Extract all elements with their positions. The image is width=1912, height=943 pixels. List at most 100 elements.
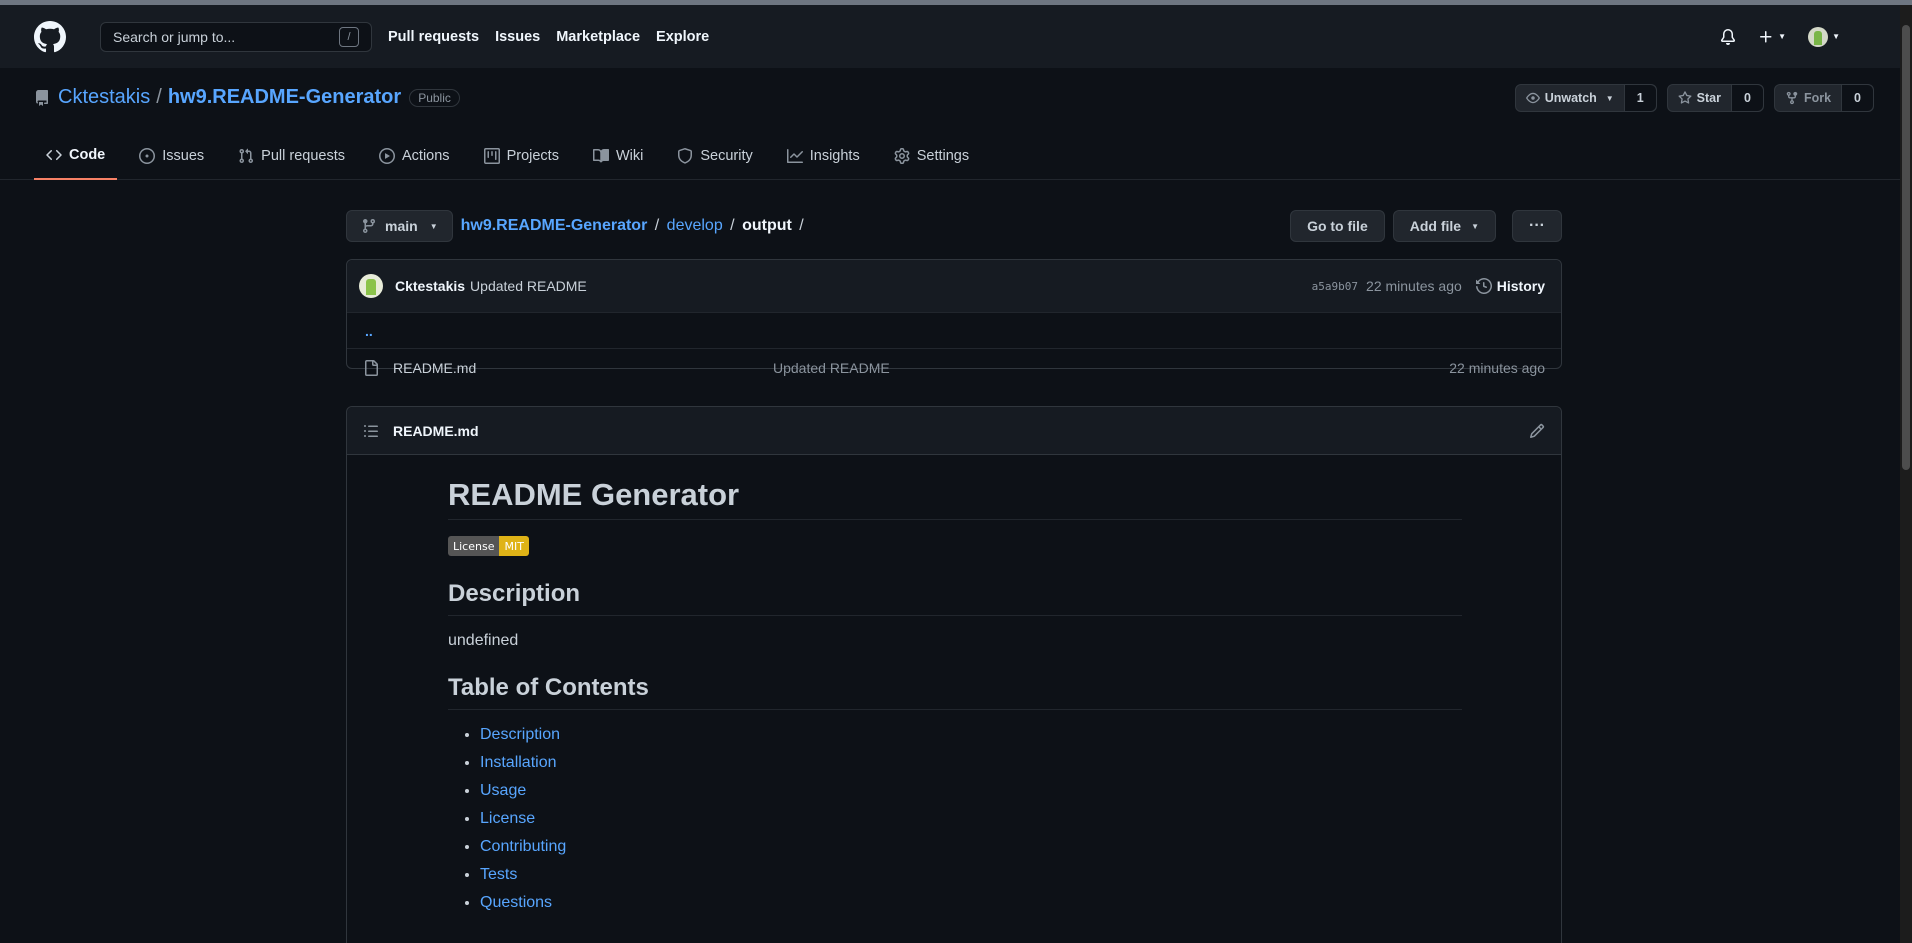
file-actions: Go to file Add file ▼ ···: [1290, 210, 1562, 242]
breadcrumb-separator: /: [730, 217, 735, 234]
tab-wiki[interactable]: Wiki: [581, 132, 655, 180]
breadcrumb: hw9.README-Generator / develop / output …: [461, 217, 807, 235]
list-item: License: [480, 810, 1462, 838]
license-badge[interactable]: License MIT: [448, 536, 529, 556]
repo-actions: Unwatch ▼ 1 Star 0 Fork 0: [1514, 84, 1874, 112]
readme-body: README Generator License MIT Description…: [448, 455, 1462, 922]
tab-actions[interactable]: Actions: [367, 132, 462, 180]
tab-label: Pull requests: [261, 148, 345, 164]
repo-name-link[interactable]: hw9.README-Generator: [168, 86, 401, 109]
file-list: Cktestakis Updated README a5a9b07 22 min…: [346, 259, 1562, 376]
tab-label: Settings: [916, 148, 970, 164]
chevron-down-icon: ▼: [1605, 93, 1614, 103]
toc-link-usage[interactable]: Usage: [480, 782, 526, 799]
graph-icon: [786, 149, 803, 163]
list-item: Tests: [480, 866, 1462, 894]
breadcrumb-repo-link[interactable]: hw9.README-Generator: [461, 217, 648, 234]
readme-filename: README.md: [393, 422, 479, 439]
readme-title: README Generator: [448, 477, 1462, 520]
github-logo-icon[interactable]: [34, 20, 66, 53]
visibility-badge: Public: [409, 88, 460, 107]
plus-icon[interactable]: ▼: [1758, 29, 1786, 45]
tab-label: Code: [69, 147, 106, 163]
watch-button-group: Unwatch ▼ 1: [1514, 84, 1657, 112]
commit-author-link[interactable]: Cktestakis: [395, 278, 465, 294]
repo-title: Cktestakis / hw9.README-Generator Public: [34, 86, 460, 109]
fork-icon: [1786, 91, 1798, 105]
header-actions: ▼ ▼: [1720, 26, 1840, 47]
tab-code[interactable]: Code: [34, 132, 118, 180]
table-row[interactable]: README.md Updated README 22 minutes ago: [347, 349, 1561, 387]
toc-link-installation[interactable]: Installation: [480, 754, 557, 771]
tab-label: Projects: [506, 148, 559, 164]
repo-header: Cktestakis / hw9.README-Generator Public…: [0, 68, 1900, 180]
commit-message-link[interactable]: Updated README: [470, 278, 587, 294]
tab-label: Insights: [809, 148, 860, 164]
tab-issues[interactable]: Issues: [127, 132, 216, 180]
tab-insights[interactable]: Insights: [775, 132, 872, 180]
search-input[interactable]: Search or jump to... /: [100, 21, 372, 52]
description-heading: Description: [448, 580, 1462, 616]
toc-link-license[interactable]: License: [480, 810, 535, 827]
breadcrumb-folder-link[interactable]: develop: [667, 217, 723, 234]
tab-projects[interactable]: Projects: [472, 132, 571, 180]
list-item: Questions: [480, 894, 1462, 922]
history-link[interactable]: History: [1475, 278, 1545, 294]
fork-button[interactable]: Fork: [1775, 85, 1841, 111]
toc-link-questions[interactable]: Questions: [480, 894, 552, 911]
list-item: Installation: [480, 754, 1462, 782]
scrollbar-thumb[interactable]: [1902, 25, 1910, 470]
nav-explore[interactable]: Explore: [656, 29, 709, 45]
breadcrumb-separator: /: [654, 217, 660, 234]
commit-sha-link[interactable]: a5a9b07: [1312, 280, 1358, 293]
file-icon: [365, 360, 378, 376]
history-icon: [1475, 278, 1492, 294]
star-button[interactable]: Star: [1668, 85, 1731, 111]
nav-marketplace[interactable]: Marketplace: [556, 29, 640, 45]
list-item: Description: [480, 726, 1462, 754]
bell-icon[interactable]: [1720, 28, 1736, 45]
tab-label: Wiki: [615, 148, 644, 164]
nav-pull-requests[interactable]: Pull requests: [388, 29, 479, 45]
tab-label: Actions: [402, 148, 450, 164]
toc-link-description[interactable]: Description: [480, 726, 560, 743]
parent-directory-row[interactable]: ..: [347, 313, 1561, 349]
avatar[interactable]: [359, 274, 383, 298]
unwatch-button[interactable]: Unwatch ▼: [1516, 85, 1624, 111]
gear-icon: [894, 148, 910, 164]
add-file-button[interactable]: Add file ▼: [1392, 210, 1496, 242]
file-navigation: main ▼ hw9.README-Generator / develop / …: [346, 210, 1562, 242]
more-options-button[interactable]: ···: [1512, 210, 1562, 242]
play-icon: [379, 148, 395, 164]
latest-commit: Cktestakis Updated README a5a9b07 22 min…: [347, 260, 1561, 313]
nav-issues[interactable]: Issues: [495, 29, 540, 45]
tab-security[interactable]: Security: [665, 132, 764, 180]
tab-pull-requests[interactable]: Pull requests: [226, 132, 357, 180]
fork-count[interactable]: 0: [1841, 85, 1873, 111]
list-item: Usage: [480, 782, 1462, 810]
shield-icon: [678, 148, 693, 164]
page-scrollbar[interactable]: [1900, 5, 1912, 943]
file-name-link[interactable]: README.md: [393, 360, 773, 376]
chevron-down-icon: ▼: [1832, 32, 1840, 41]
tab-label: Security: [700, 148, 753, 164]
watch-count[interactable]: 1: [1623, 85, 1656, 111]
toc-link-contributing[interactable]: Contributing: [480, 838, 566, 855]
parent-directory-link[interactable]: ..: [365, 323, 373, 339]
branch-select-button[interactable]: main ▼: [346, 210, 453, 242]
repo-owner-link[interactable]: Cktestakis: [58, 86, 150, 109]
file-commit-message-link[interactable]: Updated README: [773, 360, 890, 376]
tab-settings[interactable]: Settings: [882, 132, 981, 180]
search-placeholder: Search or jump to...: [113, 28, 236, 45]
user-menu[interactable]: ▼: [1808, 26, 1840, 47]
chevron-down-icon: ▼: [1778, 32, 1787, 41]
search-shortcut-key: /: [339, 26, 359, 47]
pencil-icon[interactable]: [1529, 423, 1545, 439]
go-to-file-button[interactable]: Go to file: [1290, 210, 1385, 242]
toc-link-tests[interactable]: Tests: [480, 866, 517, 883]
commit-meta: a5a9b07 22 minutes ago History: [1312, 278, 1545, 294]
star-count[interactable]: 0: [1731, 85, 1763, 111]
git-branch-icon: [362, 219, 375, 234]
toc-list: Description Installation Usage License C…: [448, 726, 1462, 922]
list-unordered-icon[interactable]: [363, 423, 379, 439]
